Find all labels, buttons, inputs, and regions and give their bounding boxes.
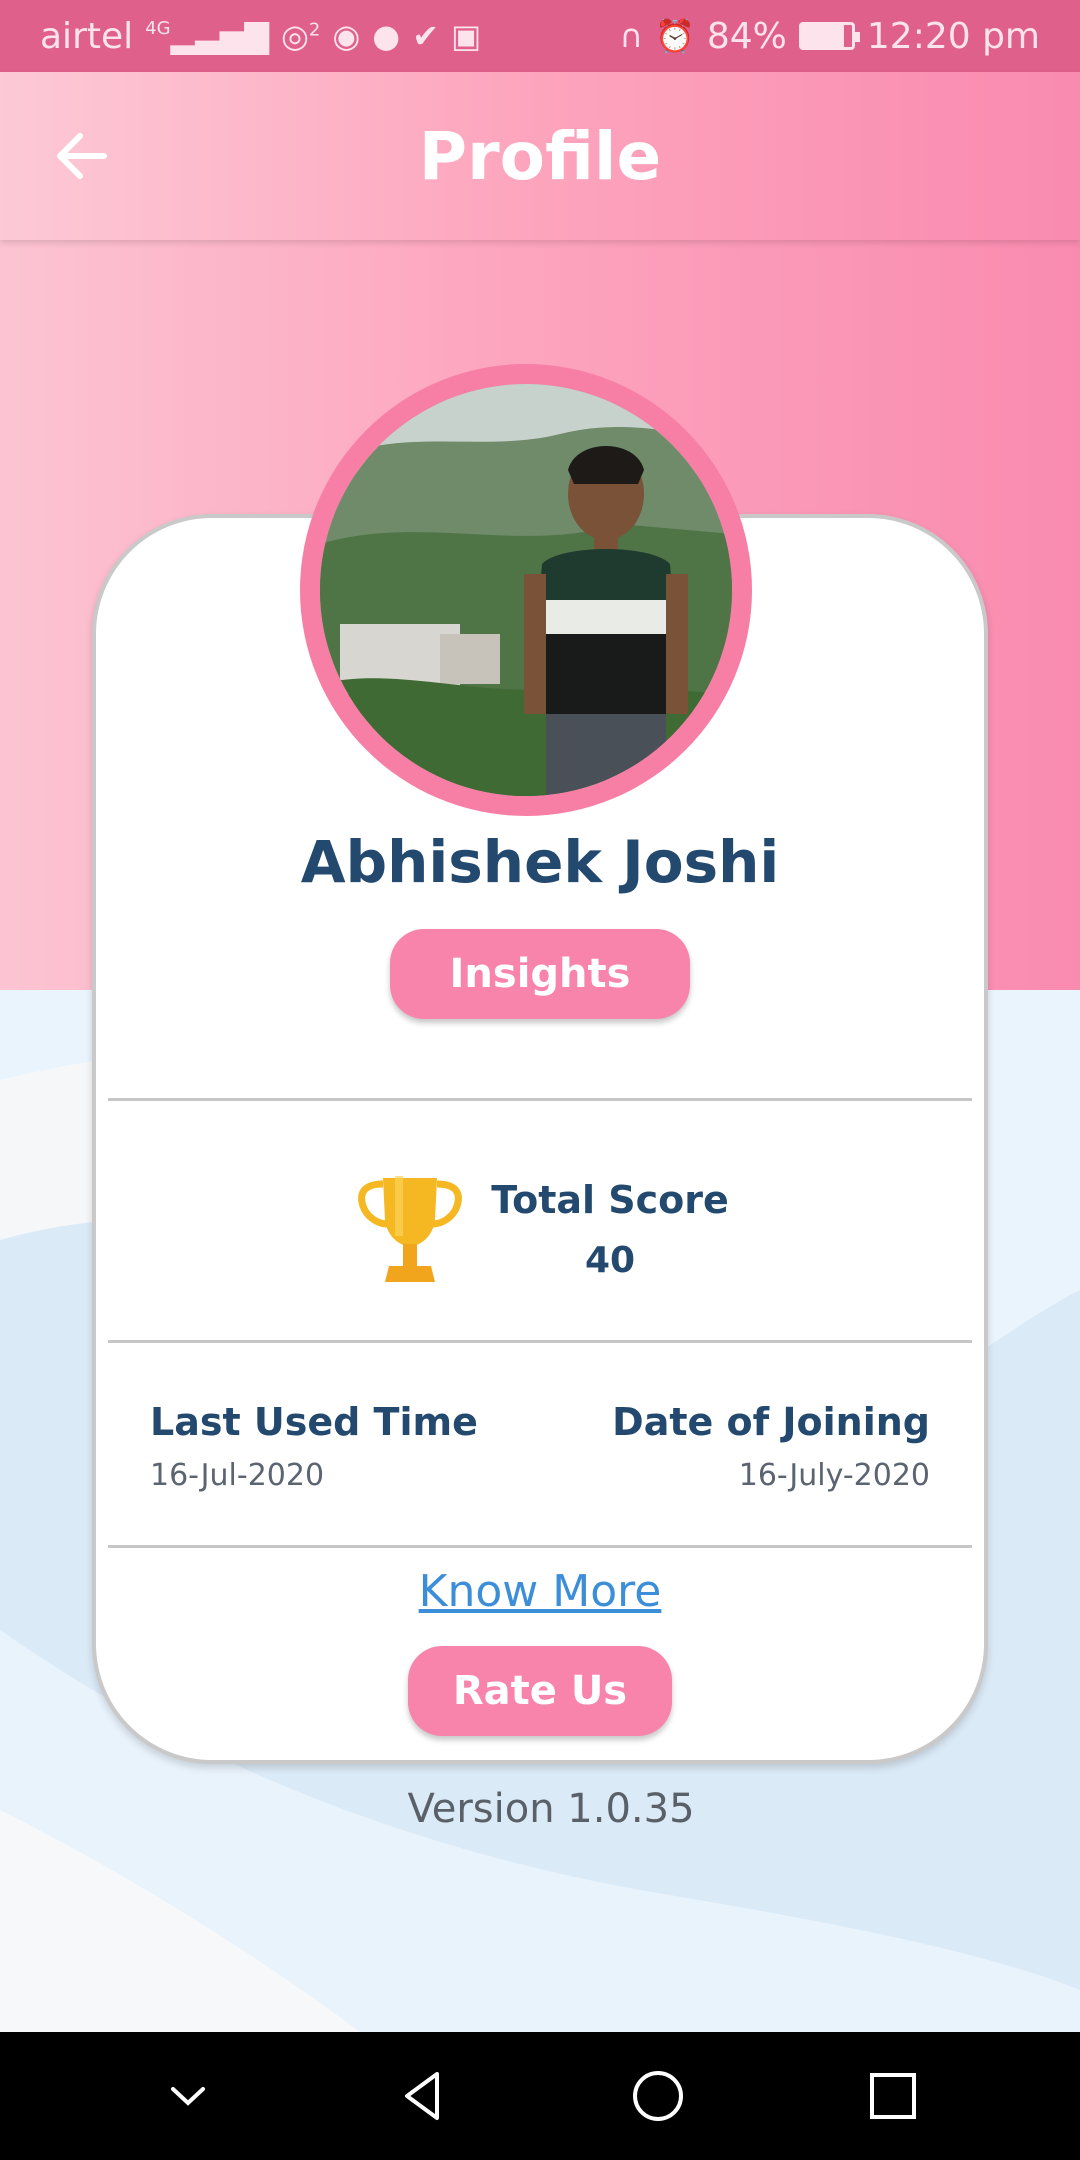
know-more-link[interactable]: Know More: [0, 1566, 1080, 1617]
trophy-icon: [358, 1176, 462, 1282]
rate-us-button[interactable]: Rate Us: [408, 1646, 672, 1736]
back-button[interactable]: [50, 124, 114, 188]
profile-photo: [320, 384, 732, 796]
chevron-down-icon: [170, 2087, 205, 2106]
nav-recents-button[interactable]: [853, 2056, 933, 2136]
insights-button[interactable]: Insights: [390, 929, 690, 1019]
joining-date-label: Date of Joining: [612, 1400, 930, 1444]
alarm-icon: ⏰: [655, 17, 695, 55]
clock: 12:20 pm: [866, 15, 1040, 57]
total-score-value: 40: [584, 1240, 636, 1281]
version-text: Version 1.0.35: [407, 1786, 695, 1832]
last-used-label: Last Used Time: [150, 1400, 478, 1444]
user-name: Abhishek Joshi: [300, 828, 780, 896]
carrier-name: airtel: [40, 15, 134, 57]
headphones-icon: ∩: [619, 17, 644, 55]
status-bar: airtel 4G▂▃▅▇ ◎2 ◉ ● ✔ ▣ ∩ ⏰ 84% 12:20 p…: [0, 0, 1080, 72]
hotspot-icon: ◎2: [280, 17, 321, 55]
square-recents-icon: [869, 2073, 916, 2119]
last-used-value: 16-Jul-2020: [150, 1458, 325, 1493]
divider: [108, 1545, 972, 1548]
nav-back-button[interactable]: [383, 2056, 463, 2136]
app-notification-icon: ▣: [451, 17, 482, 55]
nav-home-button[interactable]: [618, 2056, 698, 2136]
circle-home-icon: [632, 2071, 683, 2121]
check-icon: ✔: [412, 17, 440, 55]
page-title: Profile: [418, 117, 662, 195]
avatar[interactable]: [300, 364, 752, 816]
signal-icon: 4G▂▃▅▇: [145, 17, 269, 55]
triangle-back-icon: [404, 2072, 439, 2120]
nav-hide-button[interactable]: [148, 2056, 228, 2136]
system-nav-bar: [0, 2032, 1080, 2160]
message-icon: ●: [372, 17, 401, 55]
divider: [108, 1098, 972, 1101]
battery-icon: [798, 22, 860, 50]
total-score-label: Total Score: [491, 1178, 729, 1222]
app-bar: Profile: [0, 72, 1080, 240]
battery-percent: 84%: [706, 15, 787, 57]
arrow-left-icon: [57, 133, 107, 179]
chrome-icon: ◉: [332, 17, 361, 55]
joining-date-value: 16-July-2020: [738, 1458, 930, 1493]
divider: [108, 1340, 972, 1343]
